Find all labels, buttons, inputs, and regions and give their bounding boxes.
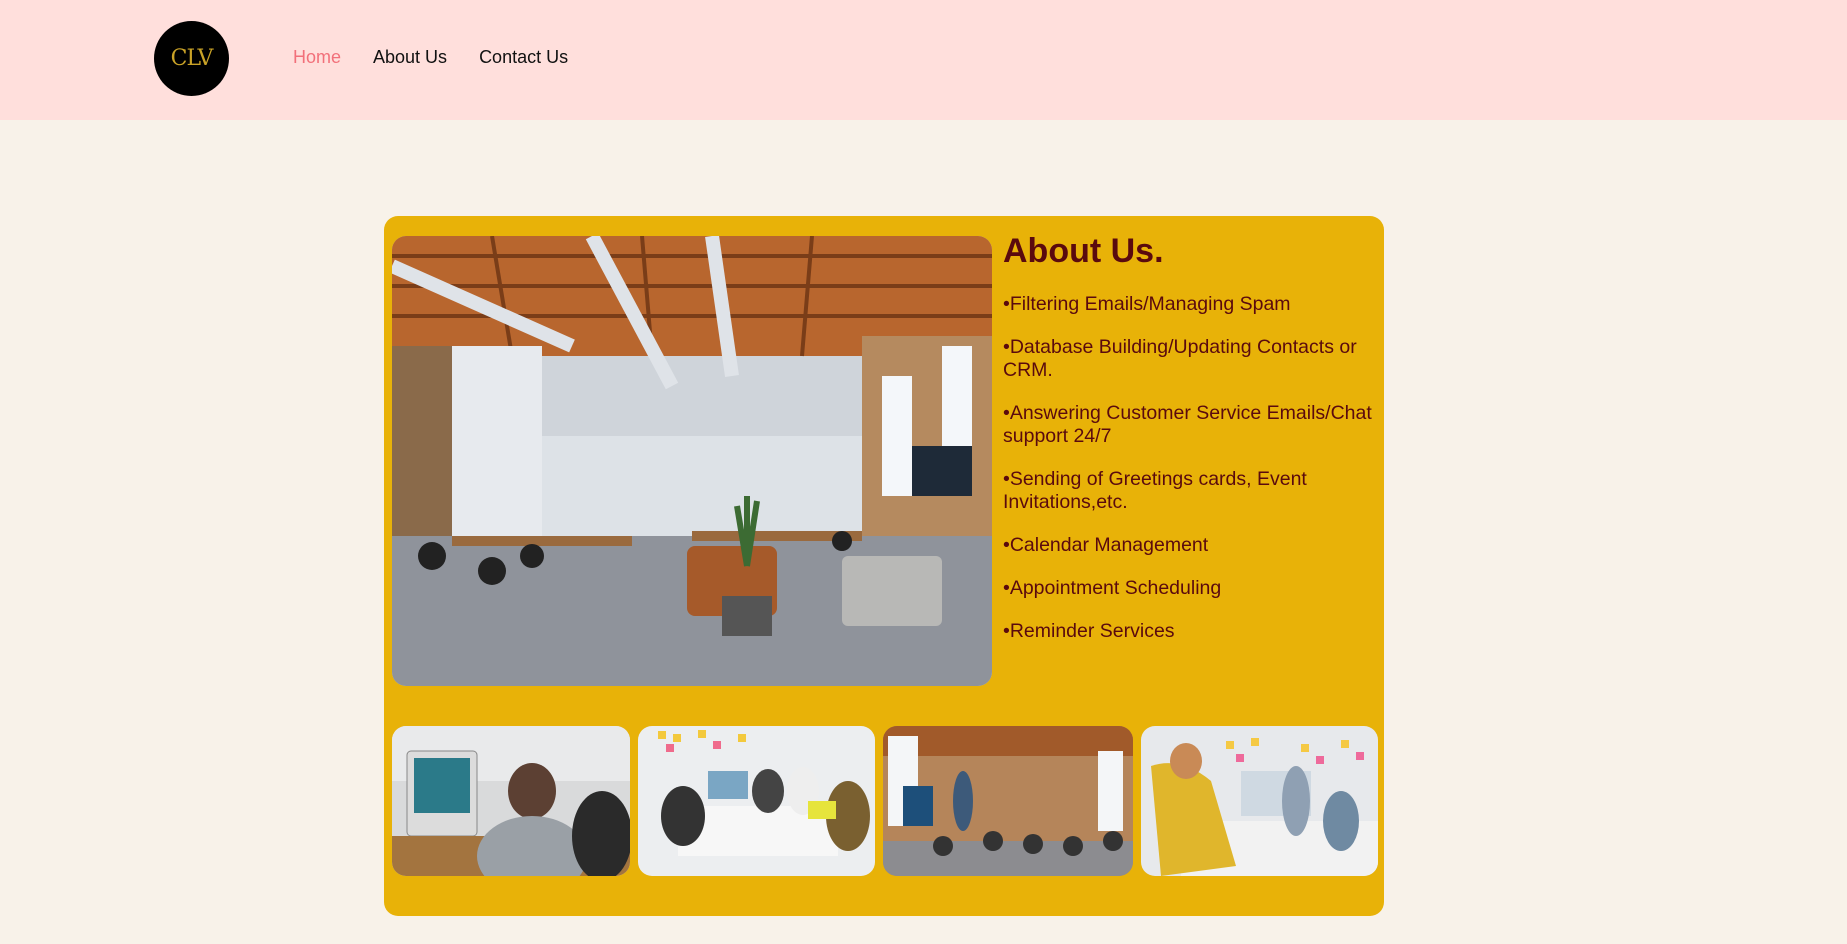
logo-text: CLV <box>170 46 214 71</box>
service-item: •Appointment Scheduling <box>1003 577 1222 599</box>
service-item: •Filtering Emails/Managing Spam <box>1003 293 1291 315</box>
thumbnail-office-presentation[interactable] <box>883 726 1133 876</box>
nav-home[interactable]: Home <box>293 47 341 68</box>
service-item: •Sending of Greetings cards, Event Invit… <box>1003 468 1307 513</box>
about-section: About Us. •Filtering Emails/Managing Spa… <box>1003 232 1378 663</box>
nav-contact-us[interactable]: Contact Us <box>479 47 568 68</box>
service-item: •Reminder Services <box>1003 620 1175 642</box>
nav-about-us[interactable]: About Us <box>373 47 447 68</box>
office-hero-image <box>392 236 992 686</box>
service-item: •Database Building/Updating Contacts or … <box>1003 336 1357 381</box>
main-nav: Home About Us Contact Us <box>293 47 600 68</box>
service-item: •Answering Customer Service Emails/Chat … <box>1003 402 1372 447</box>
about-title: About Us. <box>1003 232 1164 270</box>
thumbnail-team-meeting[interactable] <box>638 726 875 876</box>
service-item: •Calendar Management <box>1003 534 1209 556</box>
logo[interactable]: CLV <box>154 21 229 96</box>
site-header: CLV Home About Us Contact Us <box>0 0 1847 120</box>
about-card: About Us. •Filtering Emails/Managing Spa… <box>384 216 1384 916</box>
thumbnail-person-computer[interactable] <box>392 726 630 876</box>
thumbnail-gallery <box>392 726 1378 876</box>
thumbnail-collaboration[interactable] <box>1141 726 1378 876</box>
